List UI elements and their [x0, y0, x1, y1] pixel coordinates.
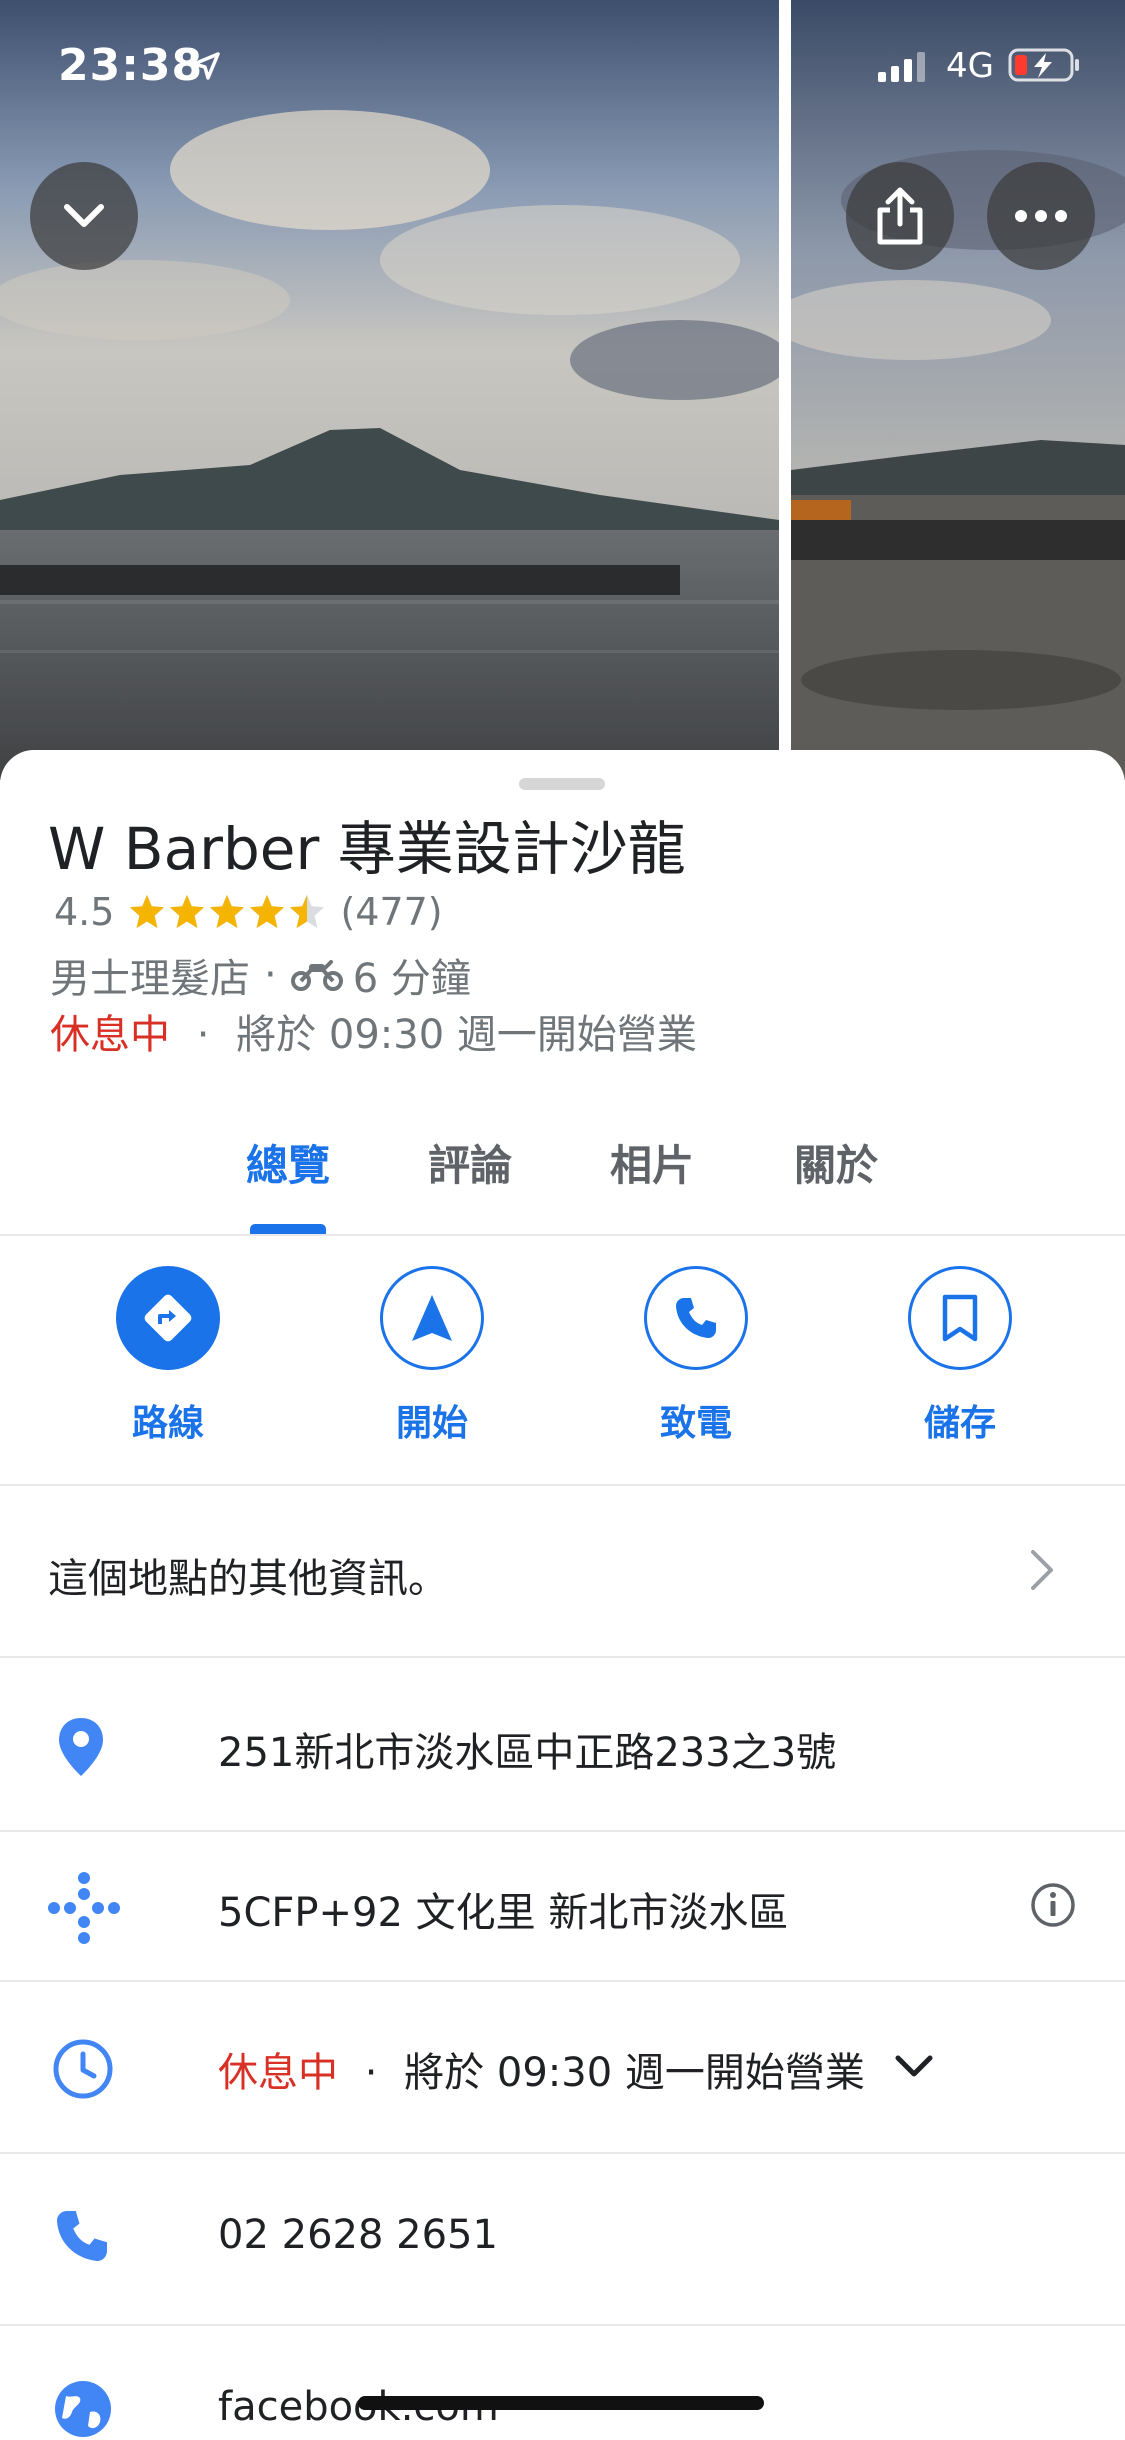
hours-status: 休息中 — [218, 2050, 338, 2096]
more-info-row[interactable]: 這個地點的其他資訊。 — [0, 1486, 1125, 1658]
start-button[interactable]: 開始 — [332, 1266, 532, 1446]
motorcycle-icon — [290, 960, 343, 991]
separator-dot: · — [196, 1012, 210, 1058]
call-button[interactable]: 致電 — [596, 1266, 796, 1446]
chevron-down-icon — [64, 204, 104, 227]
start-label: 開始 — [395, 1403, 468, 1444]
location-pin-icon — [59, 1718, 103, 1776]
star-icon — [210, 894, 245, 929]
bookmark-icon — [942, 1294, 978, 1342]
network-type: 4G — [946, 46, 994, 86]
opening-info: 將於 09:30 週一開始營業 — [236, 1012, 697, 1058]
place-title: W Barber 專業設計沙龍 — [48, 815, 686, 883]
clock-icon — [53, 2039, 113, 2099]
rating-value: 4.5 — [54, 890, 115, 934]
status-time: 23:38 — [58, 40, 204, 91]
tab-reviews[interactable]: 評論 — [410, 1090, 530, 1234]
plus-code-text: 5CFP+92 文化里 新北市淡水區 — [218, 1890, 789, 1936]
call-label: 致電 — [659, 1403, 732, 1444]
star-icon — [290, 894, 325, 929]
status-bar: 23:38 4G — [0, 0, 1125, 140]
share-icon — [877, 187, 923, 245]
signal-icon — [878, 52, 925, 82]
separator-dot: · — [364, 2050, 378, 2096]
phone-icon — [676, 1298, 716, 1338]
separator-dot: · — [264, 952, 277, 998]
rating-stars — [128, 893, 328, 931]
active-tab-indicator — [250, 1224, 326, 1234]
collapse-button[interactable] — [30, 162, 138, 270]
review-count: (477) — [340, 890, 443, 934]
globe-icon — [55, 2381, 111, 2437]
sheet-grabber[interactable] — [519, 778, 605, 790]
hours-detail: 將於 09:30 週一開始營業 — [404, 2050, 865, 2096]
website-row[interactable]: facebook.com — [0, 2326, 1125, 2437]
place-sheet: W Barber 專業設計沙龍 4.5 (477) 男士理髮店 · 6 分鐘 休… — [0, 750, 1125, 2437]
phone-row[interactable]: 02 2628 2651 — [0, 2154, 1125, 2326]
meta-row: 男士理髮店 · 6 分鐘 — [50, 946, 471, 1004]
closed-status: 休息中 — [50, 1012, 170, 1058]
tab-bar: 總覽 評論 相片 關於 — [0, 1090, 1125, 1236]
hours-text: 休息中 · 將於 09:30 週一開始營業 — [218, 2040, 865, 2098]
star-icon — [130, 894, 165, 929]
save-label: 儲存 — [923, 1403, 996, 1444]
plus-code-icon — [48, 1872, 120, 1944]
tab-overview[interactable]: 總覽 — [228, 1090, 348, 1234]
star-icon — [170, 894, 205, 929]
more-options-button[interactable] — [987, 162, 1095, 270]
save-button[interactable]: 儲存 — [860, 1266, 1060, 1446]
battery-icon — [1008, 48, 1079, 82]
plus-code-row[interactable]: 5CFP+92 文化里 新北市淡水區 — [0, 1832, 1125, 1982]
travel-time: 6 分鐘 — [352, 956, 471, 1002]
navigation-icon — [412, 1295, 452, 1341]
info-icon[interactable] — [1030, 1882, 1076, 1928]
action-bar: 路線 開始 致電 儲存 — [0, 1236, 1125, 1486]
tab-about[interactable]: 關於 — [776, 1090, 896, 1234]
directions-button[interactable]: 路線 — [68, 1266, 268, 1446]
phone-number: 02 2628 2651 — [218, 2212, 498, 2258]
star-icon — [250, 894, 285, 929]
chevron-right-icon — [1031, 1550, 1053, 1590]
directions-label: 路線 — [131, 1403, 204, 1444]
address-text: 251新北市淡水區中正路233之3號 — [218, 1730, 837, 1776]
more-info-text: 這個地點的其他資訊。 — [48, 1556, 448, 1602]
tab-photos[interactable]: 相片 — [592, 1090, 712, 1234]
phone-icon — [57, 2211, 107, 2261]
rating-row[interactable]: 4.5 (477) — [54, 888, 443, 936]
chevron-down-icon[interactable] — [894, 2054, 934, 2080]
location-arrow-icon — [192, 52, 220, 80]
hours-row[interactable]: 休息中 · 將於 09:30 週一開始營業 — [0, 1982, 1125, 2154]
place-category: 男士理髮店 — [50, 956, 250, 1002]
more-icon — [1015, 210, 1067, 222]
home-indicator[interactable] — [358, 2396, 764, 2410]
directions-icon — [144, 1294, 192, 1342]
address-row[interactable]: 251新北市淡水區中正路233之3號 — [0, 1658, 1125, 1832]
open-status-row: 休息中 · 將於 09:30 週一開始營業 — [50, 1002, 697, 1060]
share-button[interactable] — [846, 162, 954, 270]
